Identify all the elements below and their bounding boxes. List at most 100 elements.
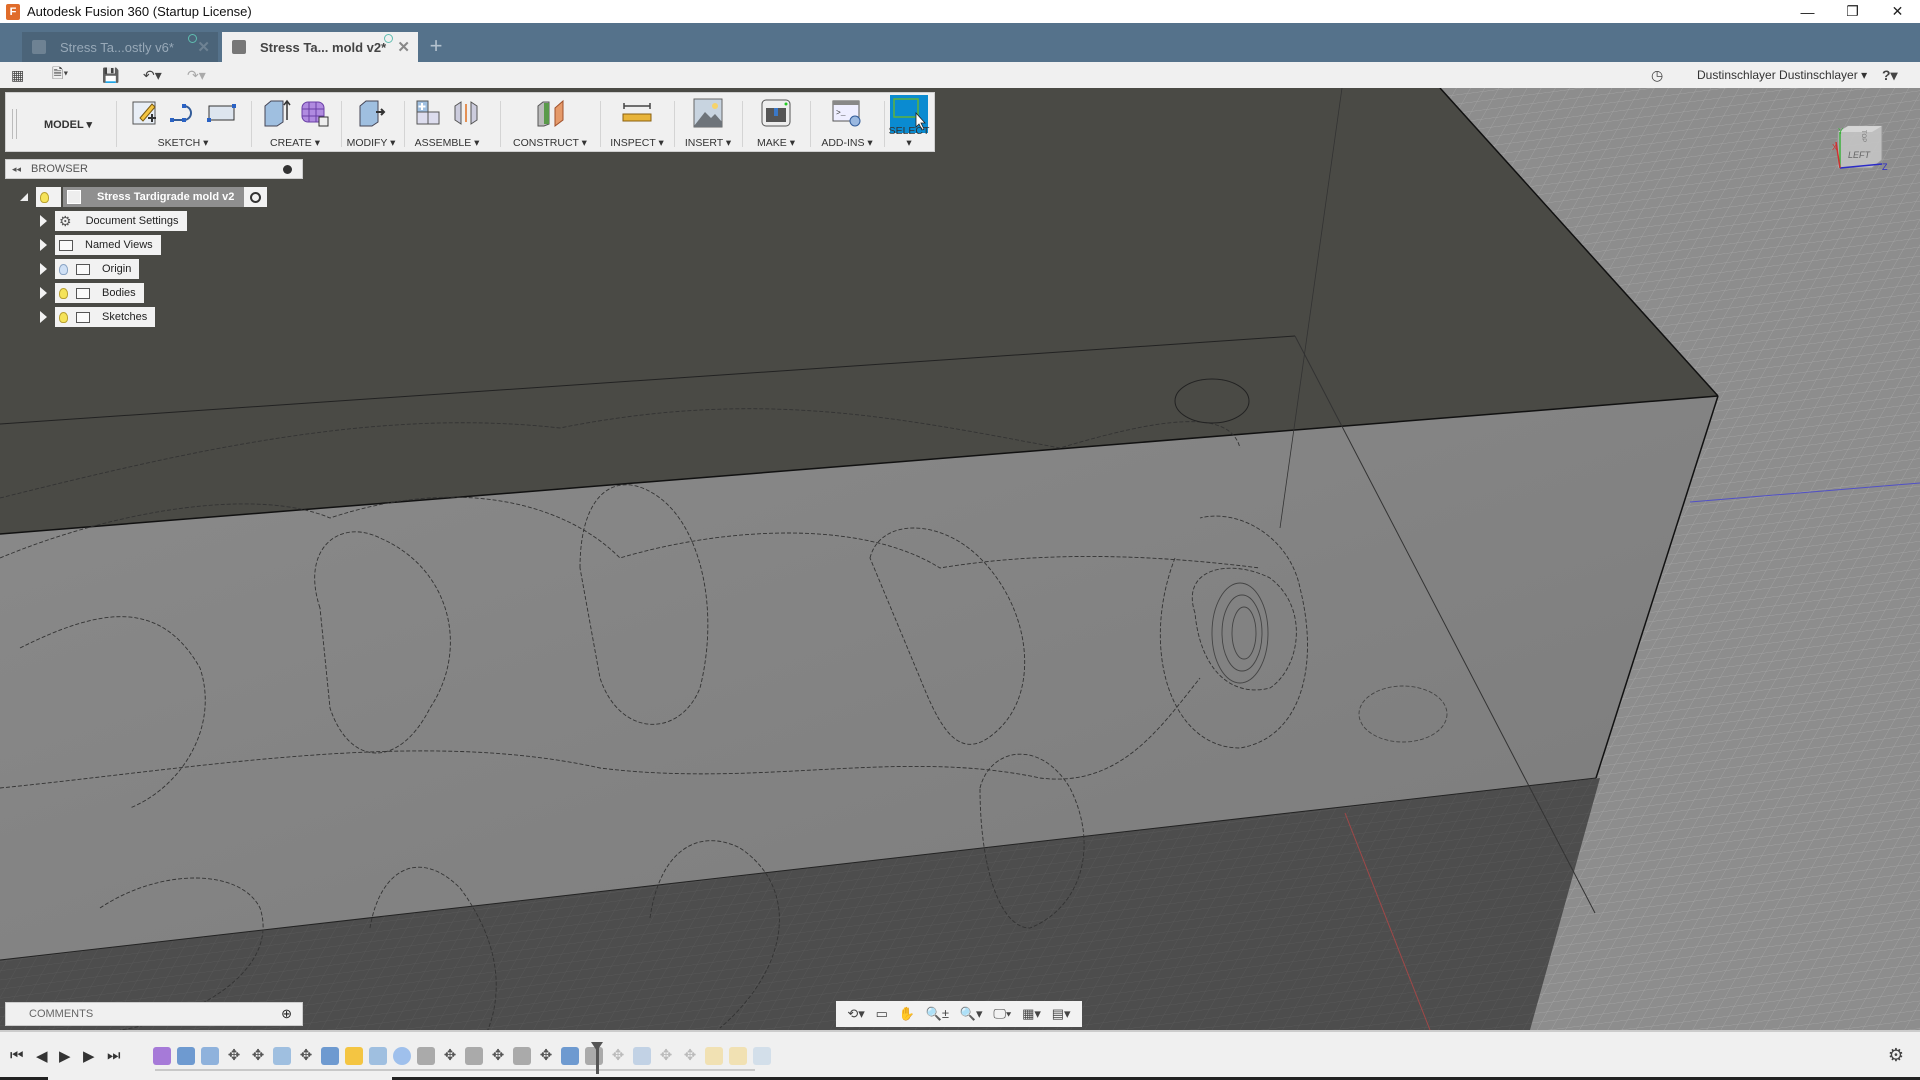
timeline-feature-move-icon[interactable]: ✥ (657, 1047, 675, 1065)
comments-panel[interactable]: COMMENTS ⊕ (5, 1002, 303, 1026)
expand-arrow-icon[interactable] (40, 239, 47, 251)
browser-item-sketches[interactable]: Sketches (40, 307, 156, 327)
canvas-scene[interactable] (0, 88, 1920, 1030)
3d-print-icon[interactable] (761, 98, 791, 128)
timeline-feature-move-icon[interactable]: ✥ (225, 1047, 243, 1065)
visibility-bulb-off-icon[interactable] (59, 263, 68, 275)
timeline-feature-combine-icon[interactable] (561, 1047, 579, 1065)
select-group[interactable]: SELECT ▾ (886, 93, 932, 151)
timeline-feature-extrude-icon[interactable] (369, 1047, 387, 1065)
joint-icon[interactable] (451, 98, 481, 128)
timeline-feature-move-icon[interactable]: ✥ (681, 1047, 699, 1065)
sketch-group[interactable]: SKETCH ▾ (118, 93, 248, 151)
redo-icon[interactable]: ↷▾ (187, 65, 206, 85)
create-group[interactable]: CREATE ▾ (253, 93, 337, 151)
browser-item-named-views[interactable]: Named Views (40, 235, 161, 255)
timeline-feature-combine-icon[interactable] (321, 1047, 339, 1065)
construct-menu[interactable]: CONSTRUCT ▾ (502, 137, 598, 149)
add-ins-menu[interactable]: ADD-INS ▾ (812, 137, 882, 149)
minimize-button[interactable]: — (1785, 0, 1830, 23)
3d-viewport[interactable] (0, 88, 1920, 1030)
timeline-feature-sketch-icon[interactable] (705, 1047, 723, 1065)
extrude-icon[interactable] (261, 98, 291, 128)
timeline-feature-joint-icon[interactable] (465, 1047, 483, 1065)
create-menu[interactable]: CREATE ▾ (253, 137, 337, 149)
pan-icon[interactable]: ✋ (899, 1006, 915, 1022)
timeline-feature-joint-icon[interactable] (417, 1047, 435, 1065)
user-account-menu[interactable]: Dustinschlayer Dustinschlayer ▾ (1697, 65, 1867, 85)
save-icon[interactable]: 💾 (102, 65, 119, 85)
timeline-feature-move-icon[interactable]: ✥ (609, 1047, 627, 1065)
zoom-icon[interactable]: 🔍± (926, 1006, 949, 1022)
insert-menu[interactable]: INSERT ▾ (676, 137, 740, 149)
select-menu[interactable]: SELECT ▾ (886, 125, 932, 149)
sketch-menu[interactable]: SKETCH ▾ (118, 137, 248, 149)
press-pull-icon[interactable] (356, 98, 386, 128)
inspect-menu[interactable]: INSPECT ▾ (602, 137, 672, 149)
workspace-switcher[interactable]: MODEL ▾ (26, 93, 110, 151)
assemble-menu[interactable]: ASSEMBLE ▾ (406, 137, 488, 149)
expand-arrow-icon[interactable] (40, 215, 47, 227)
play-icon[interactable]: ▶ (59, 1047, 71, 1065)
toolbar-grip[interactable] (12, 109, 17, 139)
close-button[interactable]: ✕ (1875, 0, 1920, 23)
assemble-group[interactable]: ASSEMBLE ▾ (406, 93, 488, 151)
timeline-feature-joint-icon[interactable] (513, 1047, 531, 1065)
timeline-feature-sphere-icon[interactable] (393, 1047, 411, 1065)
step-back-icon[interactable]: ◀ (36, 1047, 48, 1065)
viewports-icon[interactable]: ▤▾ (1052, 1006, 1071, 1022)
insert-image-icon[interactable] (693, 98, 723, 128)
construct-group[interactable]: CONSTRUCT ▾ (502, 93, 598, 151)
timeline-feature-move-icon[interactable]: ✥ (297, 1047, 315, 1065)
look-at-icon[interactable]: ▭ (876, 1006, 888, 1022)
browser-item-origin[interactable]: Origin (40, 259, 140, 279)
make-group[interactable]: MAKE ▾ (744, 93, 808, 151)
step-forward-icon[interactable]: ▶ (83, 1047, 95, 1065)
visibility-bulb-icon[interactable] (40, 191, 49, 203)
timeline-feature-extrude-icon[interactable] (273, 1047, 291, 1065)
browser-root-item[interactable]: Stress Tardigrade mold v2 (20, 187, 268, 207)
modify-menu[interactable]: MODIFY ▾ (343, 137, 399, 149)
timeline-feature-combine-icon[interactable] (177, 1047, 195, 1065)
restore-button[interactable]: ❐ (1830, 0, 1875, 23)
new-tab-button[interactable]: + (422, 32, 450, 60)
timeline-feature-combine-icon[interactable] (633, 1047, 651, 1065)
collapse-triangle-icon[interactable] (20, 193, 28, 201)
browser-panel-header[interactable]: ◂◂ BROWSER (5, 159, 303, 179)
rectangle-icon[interactable] (206, 98, 236, 128)
expand-arrow-icon[interactable] (40, 287, 47, 299)
fit-window-icon[interactable]: 🔍▾ (960, 1006, 983, 1022)
offset-plane-icon[interactable] (535, 98, 565, 128)
create-sketch-icon[interactable] (130, 98, 160, 128)
expand-arrow-icon[interactable] (40, 263, 47, 275)
orbit-icon[interactable]: ⟲▾ (847, 1006, 864, 1022)
display-settings-icon[interactable]: 🖵▾ (993, 1006, 1011, 1022)
help-icon[interactable]: ?▾ (1882, 65, 1898, 85)
close-tab-icon[interactable]: ✕ (397, 38, 410, 56)
timeline-feature-sketch-icon[interactable] (345, 1047, 363, 1065)
job-status-history-icon[interactable]: ◷ (1651, 65, 1663, 85)
view-cube[interactable]: LEFT TOP X Y Z (1830, 122, 1888, 182)
timeline-feature-extrude-icon[interactable] (753, 1047, 771, 1065)
new-component-icon[interactable] (413, 98, 443, 128)
data-panel-grid-icon[interactable]: ▦ (11, 65, 24, 85)
insert-group[interactable]: INSERT ▾ (676, 93, 740, 151)
inspect-group[interactable]: INSPECT ▾ (602, 93, 672, 151)
tab-stress-ghostly-v6[interactable]: Stress Ta...ostly v6* ✕ (22, 32, 218, 62)
modify-group[interactable]: MODIFY ▾ (343, 93, 399, 151)
timeline-feature-move-icon[interactable]: ✥ (249, 1047, 267, 1065)
file-menu-icon[interactable]: 🗎▾ (52, 65, 68, 85)
close-tab-icon[interactable]: ✕ (197, 38, 210, 56)
go-to-end-icon[interactable]: ⏭ (107, 1047, 121, 1064)
settings-gear-icon[interactable]: ⚙ (1888, 1045, 1904, 1066)
timeline-feature-move-icon[interactable]: ✥ (537, 1047, 555, 1065)
timeline-marker[interactable] (591, 1042, 603, 1074)
pin-icon[interactable] (283, 164, 292, 174)
create-form-icon[interactable] (299, 98, 329, 128)
measure-icon[interactable] (622, 98, 652, 128)
make-menu[interactable]: MAKE ▾ (744, 137, 808, 149)
timeline-feature-move-icon[interactable]: ✥ (489, 1047, 507, 1065)
go-to-start-icon[interactable]: ⏮ (10, 1047, 24, 1064)
visibility-bulb-icon[interactable] (59, 311, 68, 323)
timeline-feature-sketch-icon[interactable] (729, 1047, 747, 1065)
